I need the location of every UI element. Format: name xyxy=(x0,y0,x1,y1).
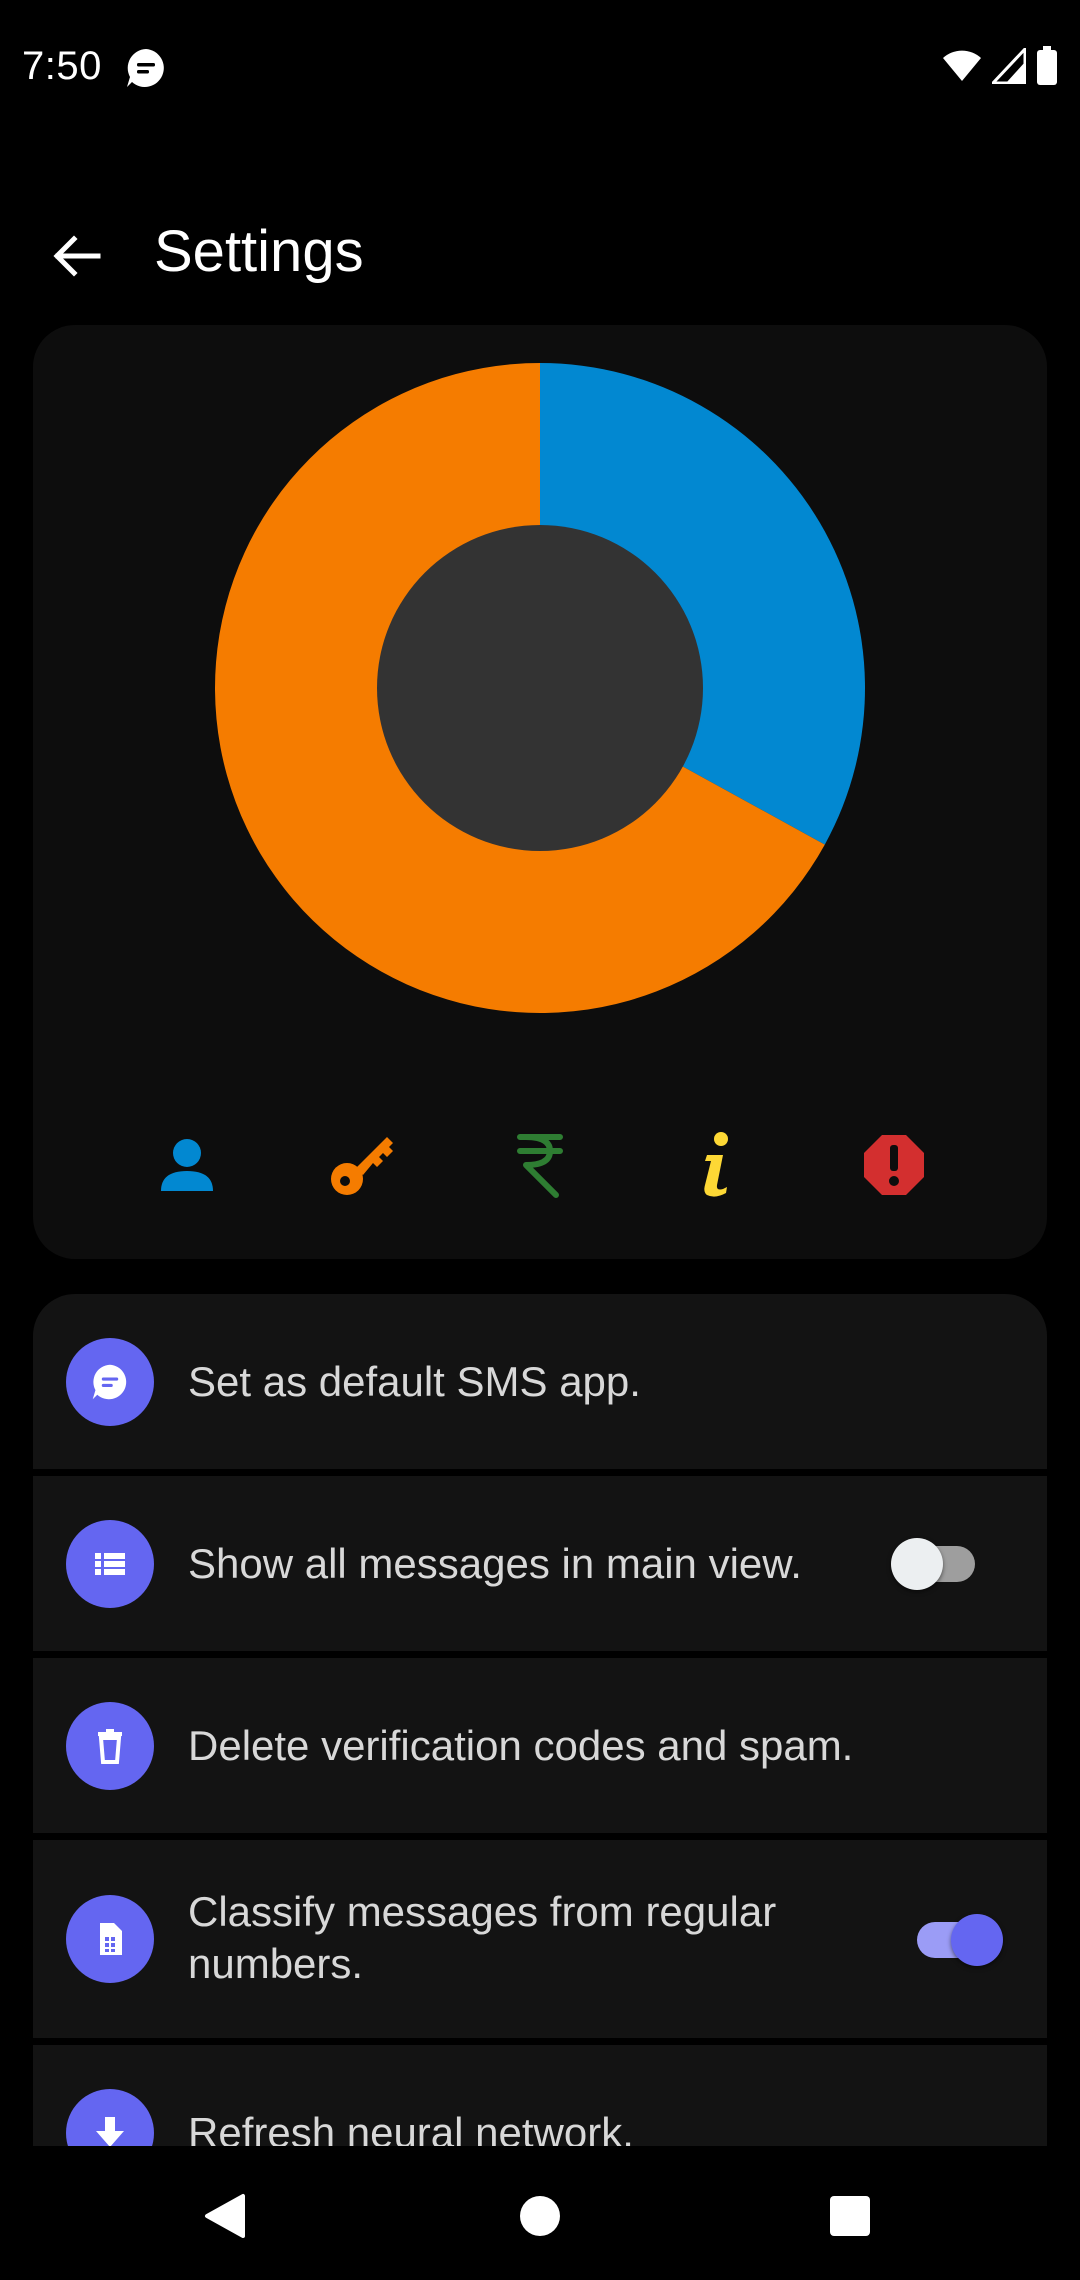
item-label: Classify messages from regular numbers. xyxy=(188,1888,777,1987)
message-notification-icon xyxy=(124,46,168,90)
arrow-back-icon xyxy=(53,235,101,277)
list-item-delete-codes[interactable]: Delete verification codes and spam. xyxy=(33,1658,1047,1833)
status-time: 7:50 xyxy=(22,44,102,88)
toggle-thumb xyxy=(891,1538,943,1590)
page-title: Settings xyxy=(154,219,364,284)
list-item-default-sms[interactable]: Set as default SMS app. xyxy=(33,1294,1047,1469)
item-label: Show all messages in main view. xyxy=(188,1540,802,1587)
back-button[interactable] xyxy=(40,220,112,292)
app-bar: Settings xyxy=(0,200,1080,300)
show-all-toggle[interactable] xyxy=(891,1536,981,1592)
message-icon xyxy=(66,1338,154,1426)
item-label: Delete verification codes and spam. xyxy=(188,1722,854,1769)
list-item-show-all-messages[interactable]: Show all messages in main view. xyxy=(33,1476,1047,1651)
navigation-bar xyxy=(0,2146,1080,2280)
status-bar: 7:50 xyxy=(0,0,1080,136)
download-icon xyxy=(66,2089,154,2146)
trash-icon xyxy=(66,1702,154,1790)
home-circle-icon[interactable] xyxy=(500,2176,580,2256)
list-icon xyxy=(66,1520,154,1608)
sim-card-icon xyxy=(66,1895,154,1983)
key-icon[interactable] xyxy=(323,1125,403,1205)
chart-legend xyxy=(33,1125,1047,1205)
wifi-icon xyxy=(942,49,982,88)
back-triangle-icon[interactable] xyxy=(185,2176,265,2256)
warning-octagon-icon[interactable] xyxy=(854,1125,934,1205)
settings-list: Set as default SMS app. Show all message… xyxy=(33,1294,1047,2146)
donut-chart xyxy=(215,363,866,1013)
recents-square-icon[interactable] xyxy=(810,2176,890,2256)
info-icon[interactable] xyxy=(677,1125,757,1205)
item-label: Set as default SMS app. xyxy=(188,1358,641,1405)
cell-signal-icon xyxy=(989,44,1027,89)
person-icon[interactable] xyxy=(147,1125,227,1205)
rupee-icon[interactable] xyxy=(500,1125,580,1205)
classify-toggle[interactable] xyxy=(911,1912,1007,1968)
list-item-refresh-network[interactable]: Refresh neural network. xyxy=(33,2045,1047,2146)
chart-card xyxy=(33,325,1047,1259)
item-label: Refresh neural network. xyxy=(188,2109,634,2146)
list-item-classify-regular[interactable]: Classify messages from regular numbers. xyxy=(33,1840,1047,2038)
toggle-thumb xyxy=(951,1914,1003,1966)
donut-hole xyxy=(377,525,703,851)
battery-icon xyxy=(1036,45,1058,91)
